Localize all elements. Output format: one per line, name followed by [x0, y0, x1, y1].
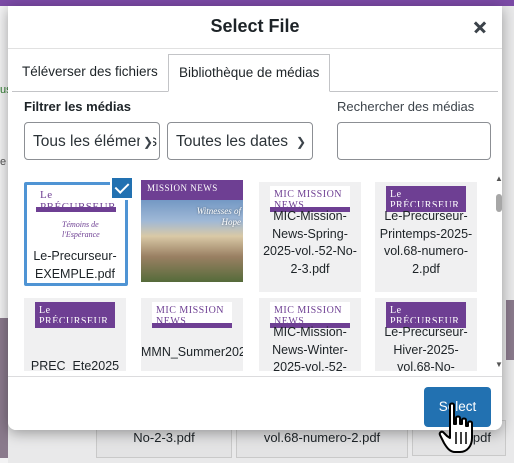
- media-filename: Le-Precurseur-Hiver-2025-vol.68-No-: [384, 325, 468, 371]
- chevron-down-icon: ❯: [292, 123, 306, 159]
- scroll-down-arrow-icon[interactable]: ▼: [495, 360, 502, 369]
- media-thumbnail: MIC MISSION NEWS MIC-Mission-News-Winter…: [259, 298, 361, 371]
- filter-label: Filtrer les médias: [24, 99, 131, 114]
- thumbnail-title: MISSION NEWS: [141, 180, 243, 200]
- thumbnail-bar: [35, 323, 115, 328]
- thumbnail-bar: [152, 323, 232, 328]
- media-filename: PREC_Ete2025: [30, 359, 120, 371]
- scrollbar-thumb[interactable]: [496, 194, 502, 212]
- search-input[interactable]: [337, 122, 491, 160]
- media-item[interactable]: Le PRÉCURSEUR PREC_Ete2025: [24, 298, 126, 371]
- media-thumbnail: MIC MISSION NEWS MIC-Mission-News-Spring…: [259, 182, 361, 292]
- media-thumbnail: Le PRÉCURSEUR PREC_Ete2025: [24, 298, 126, 371]
- media-thumbnail-image: MISSION NEWS Witnesses of Hope: [141, 180, 243, 282]
- background-left-edge: us e: [0, 6, 12, 463]
- media-grid-scrollbar[interactable]: ▲ ▼: [494, 174, 502, 374]
- tab-upload-files[interactable]: Téléverser des fichiers: [12, 54, 168, 90]
- media-item[interactable]: MIC MISSION NEWS MIC-Mission-News-Spring…: [259, 182, 361, 292]
- select-file-dialog: Select File Téléverser des fichiers Bibl…: [8, 6, 502, 430]
- tab-media-library[interactable]: Bibliothèque de médias: [168, 54, 331, 92]
- media-filename: MIC-Mission-News-Spring-2025-vol.-52-No-…: [263, 209, 357, 276]
- dialog-header: Select File: [8, 6, 502, 49]
- media-item[interactable]: Le PRÉCURSEUR Le-Precurseur-Printemps-20…: [375, 182, 477, 292]
- media-date-select[interactable]: Toutes les dates ❯: [167, 122, 313, 160]
- media-filename: MMN_Summer2025_Eng_4.p: [141, 345, 243, 359]
- hand-cursor-icon: [438, 402, 473, 453]
- pdf-thumbnail-header: Le PRÉCURSEUR: [35, 302, 115, 328]
- media-filename: Le-Precurseur-Printemps-2025-vol.68-nume…: [379, 209, 473, 276]
- media-item[interactable]: MISSION NEWS Witnesses of Hope: [141, 180, 243, 284]
- background-text: e: [0, 156, 7, 168]
- media-grid: Le PRÉCURSEUR Témoins de l'Espérance Le-…: [16, 176, 488, 371]
- selected-check-icon[interactable]: [110, 176, 134, 200]
- media-item[interactable]: Le PRÉCURSEUR Le-Precurseur-Hiver-2025-v…: [375, 298, 477, 371]
- thumbnail-subtitle: Witnesses of Hope: [196, 206, 241, 227]
- dialog-title: Select File: [210, 16, 300, 36]
- media-item[interactable]: MIC MISSION NEWS MIC-Mission-News-Winter…: [259, 298, 361, 371]
- background-thumbnail: [0, 318, 8, 458]
- media-tabs: Téléverser des fichiers Bibliothèque de …: [12, 54, 498, 92]
- search-label: Rechercher des médias: [337, 99, 475, 114]
- pdf-thumbnail-header: MIC MISSION NEWS: [152, 302, 232, 328]
- background-thumbnail: [506, 300, 514, 360]
- media-type-select[interactable]: Tous les éléments ❯: [24, 122, 160, 160]
- media-filename: Le-Precurseur-EXEMPLE.pdf: [33, 249, 117, 281]
- scroll-up-arrow-icon[interactable]: ▲: [495, 174, 502, 183]
- media-type-select-value: Tous les éléments: [33, 133, 158, 150]
- chevron-down-icon: ❯: [139, 123, 153, 159]
- media-item[interactable]: Le PRÉCURSEUR Témoins de l'Espérance Le-…: [24, 176, 134, 286]
- media-date-select-value: Toutes les dates: [176, 133, 289, 150]
- media-thumbnail: Le PRÉCURSEUR Le-Precurseur-Hiver-2025-v…: [375, 298, 477, 371]
- close-icon[interactable]: [468, 15, 492, 39]
- media-item[interactable]: MIC MISSION NEWS MMN_Summer2025_Eng_4.p: [141, 298, 243, 371]
- dialog-footer: Select: [8, 376, 502, 430]
- media-thumbnail: Le PRÉCURSEUR Le-Precurseur-Printemps-20…: [375, 182, 477, 292]
- media-thumbnail: MIC MISSION NEWS MMN_Summer2025_Eng_4.p: [141, 298, 243, 371]
- media-filename: MIC-Mission-News-Winter-2025-vol.-52-: [272, 325, 348, 371]
